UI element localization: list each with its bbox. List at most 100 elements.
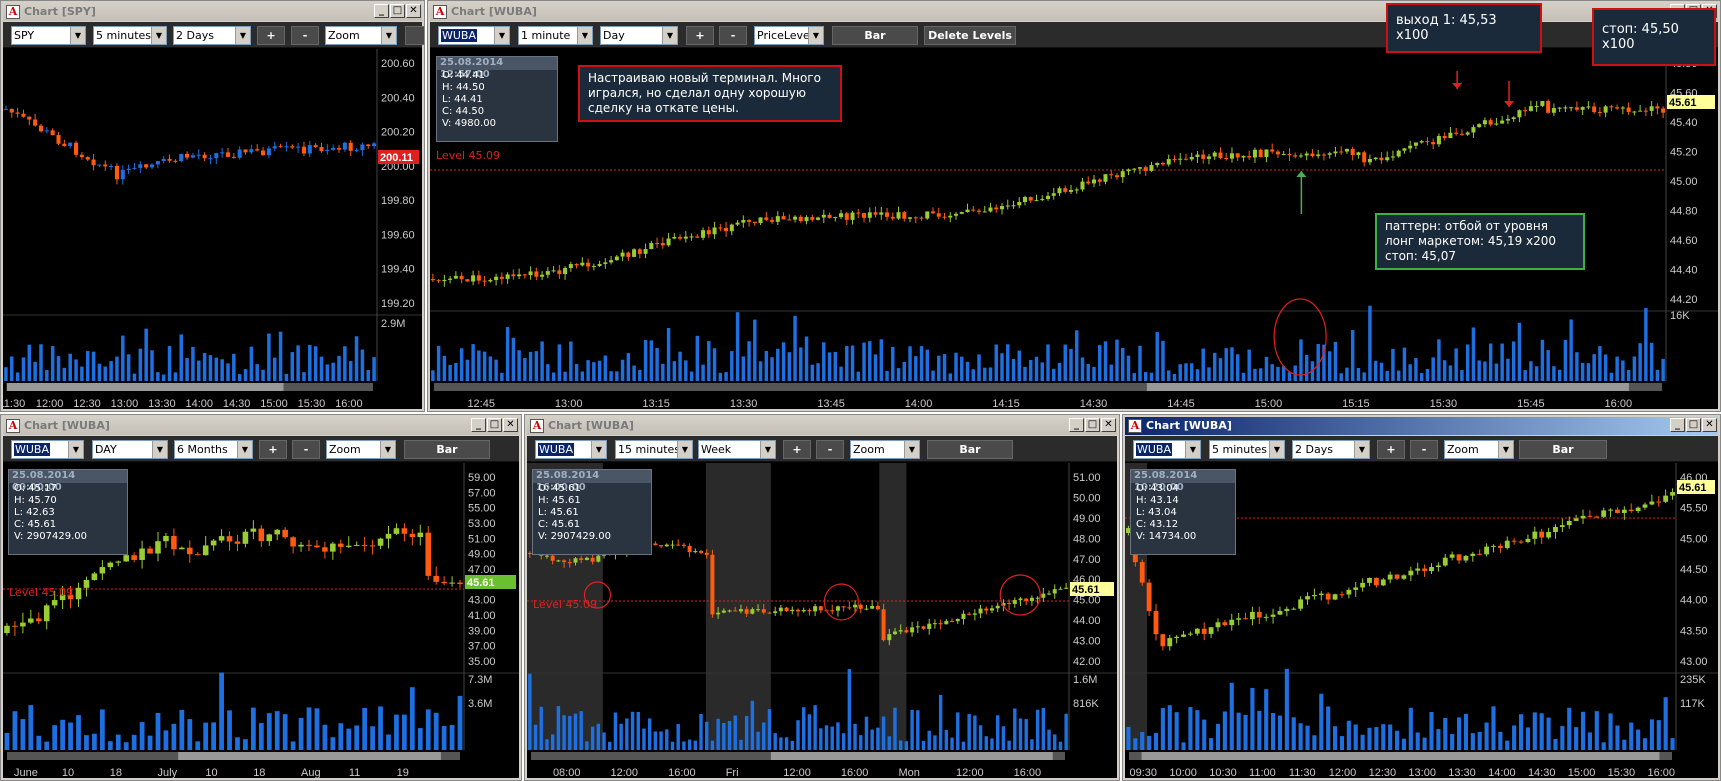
maximize-icon[interactable]: □: [487, 418, 502, 432]
candle-body: [99, 567, 106, 574]
candle-body: [1620, 107, 1625, 109]
period-select[interactable]: Week ▼: [698, 440, 776, 459]
candle-body: [724, 227, 729, 232]
volume-bar: [267, 333, 271, 381]
zoom-out-button[interactable]: -: [292, 440, 320, 459]
minimize-icon[interactable]: _: [1670, 418, 1685, 432]
close-icon[interactable]: ✕: [503, 418, 518, 432]
candle-body: [1346, 589, 1352, 595]
candle-body: [1517, 110, 1522, 118]
period-select[interactable]: 2 Days ▼: [173, 26, 251, 45]
maximize-icon[interactable]: □: [1085, 418, 1100, 432]
period-select[interactable]: 2 Days ▼: [1292, 440, 1370, 459]
volume-bar: [1195, 369, 1200, 381]
volume-bar: [914, 356, 918, 381]
volume-bar: [1277, 715, 1283, 750]
delete-levels-button[interactable]: Delete Levels: [924, 26, 1016, 45]
interval-select[interactable]: 1 minute ▼: [518, 26, 593, 45]
volume-bar: [1222, 711, 1227, 750]
period-select[interactable]: 6 Months ▼: [174, 440, 253, 459]
candle-body: [1114, 175, 1119, 178]
zoom-out-button[interactable]: -: [719, 26, 747, 45]
candle-body: [1332, 594, 1338, 600]
minimize-icon[interactable]: _: [1069, 418, 1084, 432]
zoom-in-button[interactable]: +: [257, 26, 285, 45]
candle-body: [185, 153, 190, 158]
volume-bar: [39, 344, 43, 381]
zoom-out-button[interactable]: -: [1410, 440, 1438, 459]
zoom-select[interactable]: Zoom ▼: [325, 26, 397, 45]
zoom-out-button[interactable]: -: [816, 440, 844, 459]
volume-bar: [214, 357, 219, 381]
symbol-select[interactable]: WUBA ▼: [1133, 440, 1201, 459]
level-label: Level 45.09: [533, 598, 598, 611]
zoom-in-button[interactable]: +: [259, 440, 287, 459]
chevron-down-icon: ▼: [68, 441, 83, 458]
zoom-in-button[interactable]: +: [686, 26, 714, 45]
window-spy: A Chart [SPY] _ □ ✕ SPY ▼ 5 minutes ▼ 2 Days…: [0, 0, 425, 412]
candle-body: [155, 161, 160, 165]
titlebar[interactable]: A Chart [SPY] _ □ ✕: [3, 3, 422, 21]
candle-body: [965, 209, 970, 213]
price-tick-label: 35.00: [468, 656, 496, 668]
interval-select[interactable]: 5 minutes ▼: [1209, 440, 1285, 459]
candle-body: [301, 146, 306, 154]
zoom-out-button[interactable]: -: [291, 26, 319, 45]
maximize-icon[interactable]: □: [1686, 418, 1701, 432]
maximize-icon[interactable]: □: [390, 4, 405, 18]
bar-button[interactable]: Bar: [1519, 440, 1607, 459]
bar-button[interactable]: [405, 26, 424, 45]
minimize-icon[interactable]: _: [471, 418, 486, 432]
volume-bar: [960, 356, 964, 381]
volume-bar: [1465, 344, 1470, 381]
volume-bar: [1622, 739, 1627, 750]
bar-button[interactable]: Bar: [927, 440, 1013, 459]
symbol-select[interactable]: WUBA ▼: [11, 440, 84, 459]
zoom-select[interactable]: Zoom ▼: [850, 440, 920, 459]
titlebar[interactable]: A Chart [WUBA] _□✕: [1125, 417, 1718, 435]
period-select[interactable]: Day ▼: [600, 26, 678, 45]
bar-button[interactable]: Bar: [832, 26, 918, 45]
zoom-in-button[interactable]: +: [1377, 440, 1405, 459]
candle-body: [345, 545, 352, 547]
bar-button[interactable]: Bar: [404, 440, 490, 459]
price-tick-label: 51.00: [468, 533, 496, 545]
titlebar[interactable]: A Chart [WUBA] _□✕: [3, 417, 519, 435]
volume-bar: [710, 740, 715, 750]
candle-body: [752, 221, 757, 224]
toolbar: SPY ▼ 5 minutes ▼ 2 Days ▼ + - Zoom ▼: [3, 22, 424, 48]
price-level-select[interactable]: PriceLevel ▼: [754, 26, 824, 45]
volume-bar: [1023, 366, 1027, 381]
interval-select[interactable]: 5 minutes ▼: [93, 26, 167, 45]
window-wuba-daily: A Chart [WUBA] _ □ ✕ WUBA ▼ DAY ▼ 6 Months ▼ …: [0, 414, 522, 781]
symbol-select[interactable]: SPY ▼: [11, 26, 86, 45]
candle-body: [74, 142, 79, 155]
symbol-select[interactable]: WUBA ▼: [535, 440, 607, 459]
minimize-icon[interactable]: _: [374, 4, 389, 18]
candle-body: [1208, 627, 1214, 634]
volume-bar: [1298, 723, 1303, 750]
symbol-select[interactable]: WUBA ▼: [438, 26, 510, 45]
volume-bar: [678, 351, 682, 381]
candle-body: [1626, 107, 1631, 112]
close-icon[interactable]: ✕: [1101, 418, 1116, 432]
time-tick-label: 11:00: [1249, 767, 1276, 779]
candle-body: [50, 130, 55, 136]
candle-body: [1380, 579, 1386, 586]
volume-bar: [672, 361, 677, 381]
candle-body: [1482, 120, 1487, 125]
interval-select[interactable]: 15 minutes ▼: [615, 440, 693, 459]
close-icon[interactable]: ✕: [1702, 418, 1717, 432]
interval-select[interactable]: DAY ▼: [92, 440, 168, 459]
titlebar[interactable]: A Chart [WUBA] _□✕: [527, 417, 1117, 435]
volume-bar: [1250, 687, 1255, 750]
zoom-in-button[interactable]: +: [783, 440, 811, 459]
volume-bar: [799, 347, 803, 381]
close-icon[interactable]: ✕: [406, 4, 421, 18]
zoom-select[interactable]: Zoom ▼: [1444, 440, 1514, 459]
volume-bar: [574, 363, 579, 381]
volume-bar: [1063, 344, 1067, 381]
candle-body: [1643, 110, 1648, 112]
zoom-select[interactable]: Zoom ▼: [326, 440, 396, 459]
chart-area[interactable]: 200.60 200.40 200.20 200.00 199.80 199.60 199.…: [3, 49, 422, 410]
